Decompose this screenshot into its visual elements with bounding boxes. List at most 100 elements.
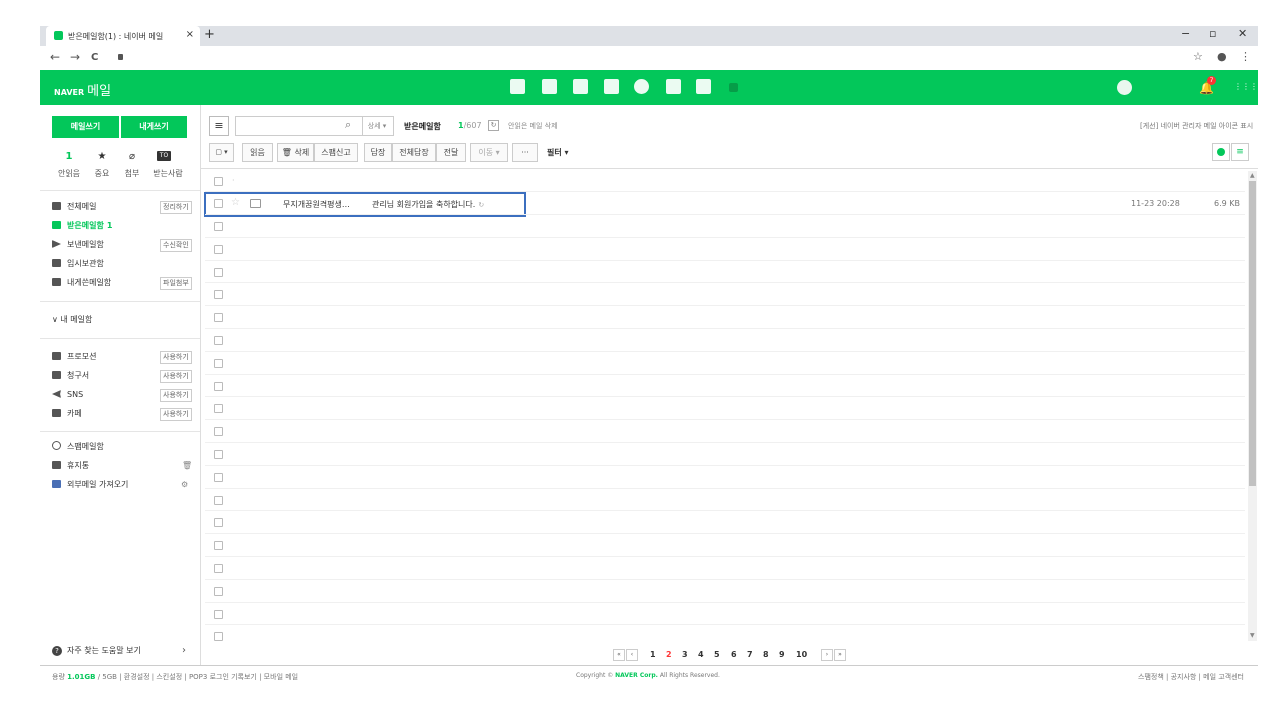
organize-button[interactable]: 정리하기 bbox=[160, 201, 192, 214]
refresh-icon[interactable]: ↻ bbox=[488, 120, 499, 131]
page-number[interactable]: 7 bbox=[747, 650, 753, 659]
report-spam-button[interactable]: 스팸신고 bbox=[314, 143, 358, 162]
row-checkbox[interactable] bbox=[214, 404, 223, 413]
use-bills-button[interactable]: 사용하기 bbox=[160, 370, 192, 383]
folder-drafts[interactable]: 임시보관함 bbox=[52, 256, 104, 272]
row-checkbox[interactable] bbox=[214, 290, 223, 299]
contacts-app-icon[interactable] bbox=[604, 79, 619, 94]
external-mail-import[interactable]: 외부메일 가져오기 bbox=[52, 477, 128, 493]
apps-grid-icon[interactable]: ⋮⋮⋮ bbox=[1234, 82, 1258, 91]
row-checkbox[interactable] bbox=[214, 473, 223, 482]
row-checkbox[interactable] bbox=[214, 177, 223, 186]
smart-cafe[interactable]: 카페 bbox=[52, 406, 82, 422]
last-page-button[interactable]: » bbox=[834, 649, 846, 661]
folder-self-sent[interactable]: 내게쓴메일함 bbox=[52, 275, 111, 291]
chevron-right-icon[interactable]: › bbox=[182, 645, 186, 656]
row-checkbox[interactable] bbox=[214, 336, 223, 345]
browser-tab[interactable]: 받은메일함(1) : 네이버 메일 × bbox=[46, 26, 200, 46]
search-icon[interactable]: ⌕ bbox=[345, 118, 351, 132]
page-number[interactable]: 2 bbox=[666, 650, 672, 659]
forward-button[interactable]: 전달 bbox=[436, 143, 466, 162]
row-checkbox[interactable] bbox=[214, 382, 223, 391]
row-checkbox[interactable] bbox=[214, 610, 223, 619]
calendar-app-icon[interactable] bbox=[542, 79, 557, 94]
more-actions-button[interactable]: ··· bbox=[512, 143, 538, 162]
filter-dropdown[interactable]: 필터 ▾ bbox=[547, 147, 569, 158]
mail-search-input[interactable] bbox=[235, 116, 363, 136]
maximize-button[interactable]: ▫ bbox=[1209, 27, 1216, 40]
page-number[interactable]: 5 bbox=[714, 650, 720, 659]
row-checkbox[interactable] bbox=[214, 541, 223, 550]
row-checkbox[interactable] bbox=[214, 450, 223, 459]
footer-links-right[interactable]: 스팸정책 | 공지사항 | 메일 고객센터 bbox=[1138, 672, 1244, 682]
folder-spam[interactable]: 스팸메일함 bbox=[52, 439, 104, 455]
naver-mail-logo[interactable]: NAVER 메일 bbox=[54, 80, 111, 99]
row-checkbox[interactable] bbox=[214, 427, 223, 436]
scrollbar-thumb[interactable] bbox=[1249, 181, 1256, 486]
folder-menu-button[interactable]: ≡ bbox=[209, 116, 229, 136]
my-mailbox-toggle[interactable]: ∨ 내 메일함 bbox=[52, 312, 92, 328]
reply-all-button[interactable]: 전체답장 bbox=[392, 143, 436, 162]
row-checkbox[interactable] bbox=[214, 564, 223, 573]
faq-link[interactable]: ? 자주 찾는 도움말 보기 bbox=[52, 645, 141, 656]
detail-search-dropdown[interactable]: 상세 ▾ bbox=[361, 116, 394, 136]
browser-menu-icon[interactable]: ⋮ bbox=[1240, 50, 1251, 63]
folder-all-mail[interactable]: 전체메일 bbox=[52, 199, 96, 215]
settings-gear-icon[interactable]: ⚙ bbox=[181, 480, 188, 489]
scroll-up-arrow-icon[interactable]: ▲ bbox=[1250, 172, 1255, 179]
move-dropdown[interactable]: 이동 ▾ bbox=[470, 143, 508, 162]
view-mode-clock-button[interactable] bbox=[1212, 143, 1230, 161]
view-mode-list-button[interactable]: ≡ bbox=[1231, 143, 1249, 161]
cloud-app-icon[interactable] bbox=[634, 79, 649, 94]
unread-filter-icon[interactable]: 1 bbox=[56, 151, 82, 162]
row-checkbox[interactable] bbox=[214, 222, 223, 231]
attachment-clip-icon[interactable]: ⌀ bbox=[119, 151, 145, 162]
to-me-filter-label[interactable]: 받는사람 bbox=[148, 168, 188, 179]
write-mail-button[interactable]: 메일쓰기 bbox=[52, 116, 119, 138]
page-number[interactable]: 3 bbox=[682, 650, 688, 659]
row-checkbox[interactable] bbox=[214, 496, 223, 505]
smart-promotion[interactable]: 프로모션 bbox=[52, 349, 96, 365]
new-tab-button[interactable]: + bbox=[204, 27, 215, 42]
office-app-icon[interactable] bbox=[666, 79, 681, 94]
profile-icon[interactable]: ● bbox=[1217, 50, 1227, 63]
window-close-button[interactable]: ✕ bbox=[1238, 27, 1247, 40]
row-checkbox[interactable] bbox=[214, 359, 223, 368]
blog-home-app-icon[interactable] bbox=[696, 79, 711, 94]
write-to-self-button[interactable]: 내게쓰기 bbox=[121, 116, 187, 138]
user-avatar[interactable] bbox=[1117, 80, 1132, 95]
admin-mail-icon-notice[interactable]: [게선] 네이버 관리자 메일 아이콘 표시 bbox=[1140, 121, 1253, 131]
use-sns-button[interactable]: 사용하기 bbox=[160, 389, 192, 402]
file-attach-button[interactable]: 파일첨부 bbox=[160, 277, 192, 290]
page-number[interactable]: 4 bbox=[698, 650, 704, 659]
read-receipt-button[interactable]: 수신확인 bbox=[160, 239, 192, 252]
row-checkbox[interactable] bbox=[214, 587, 223, 596]
use-promotion-button[interactable]: 사용하기 bbox=[160, 351, 192, 364]
scroll-down-arrow-icon[interactable]: ▼ bbox=[1250, 632, 1255, 639]
smart-sns[interactable]: SNS bbox=[52, 387, 83, 403]
mark-read-button[interactable]: 읽음 bbox=[242, 143, 273, 162]
row-checkbox[interactable] bbox=[214, 518, 223, 527]
empty-trash-icon[interactable]: 🗑 bbox=[182, 461, 192, 470]
to-me-icon[interactable]: TO bbox=[157, 151, 171, 161]
page-number[interactable]: 9 bbox=[779, 650, 785, 659]
delete-button[interactable]: 🗑 삭제 bbox=[277, 143, 314, 162]
folder-inbox[interactable]: 받은메일함 1 bbox=[52, 218, 112, 234]
minimize-button[interactable]: − bbox=[1181, 27, 1190, 40]
next-page-button[interactable]: › bbox=[821, 649, 833, 661]
row-checkbox[interactable] bbox=[214, 632, 223, 641]
use-cafe-button[interactable]: 사용하기 bbox=[160, 408, 192, 421]
back-button[interactable]: ← bbox=[50, 50, 60, 64]
row-checkbox[interactable] bbox=[214, 245, 223, 254]
copyright-corp[interactable]: NAVER Corp. bbox=[615, 672, 658, 679]
select-all-checkbox-dropdown[interactable]: ▢ ▾ bbox=[209, 143, 234, 162]
prev-page-button[interactable]: ‹ bbox=[626, 649, 638, 661]
page-number[interactable]: 1 bbox=[650, 650, 656, 659]
memo-list-app-icon[interactable] bbox=[573, 79, 588, 94]
row-checkbox[interactable] bbox=[214, 268, 223, 277]
smart-bills[interactable]: 청구서 bbox=[52, 368, 89, 384]
folder-trash[interactable]: 휴지통 bbox=[52, 458, 89, 474]
first-page-button[interactable]: « bbox=[613, 649, 625, 661]
reply-button[interactable]: 답장 bbox=[364, 143, 392, 162]
row-checkbox[interactable] bbox=[214, 313, 223, 322]
